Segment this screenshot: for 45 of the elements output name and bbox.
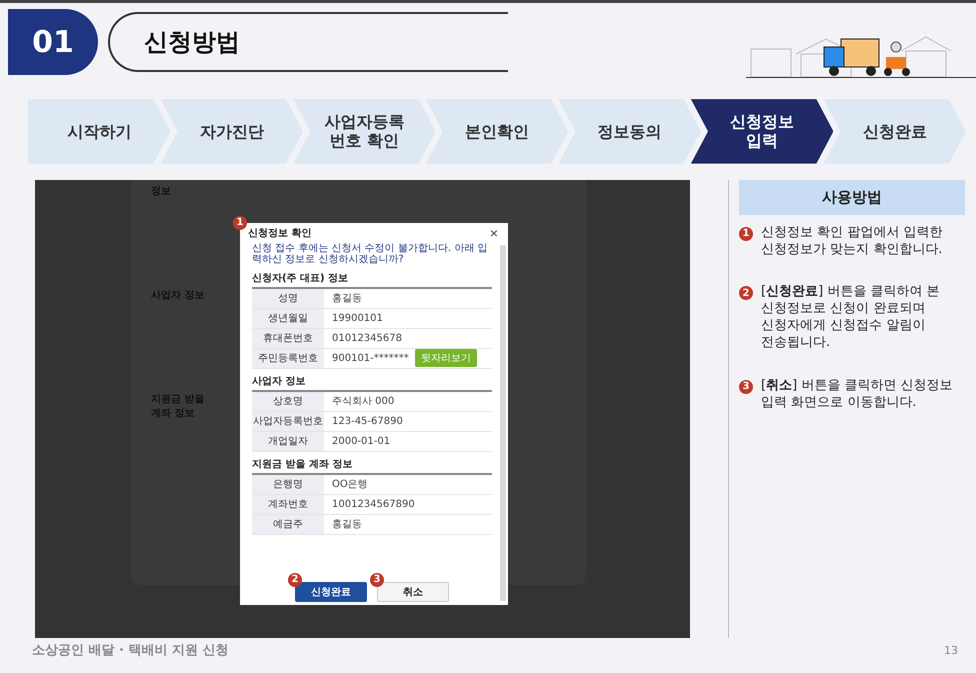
table-header-cell: 상호명: [252, 392, 324, 411]
table-cell: 01012345678: [332, 332, 402, 344]
table-cell: 1001234567890: [332, 498, 415, 510]
table-cell-text: 주식회사 000: [332, 395, 394, 408]
table-cell-text: 홍길동: [332, 292, 362, 306]
section-number: 01: [8, 9, 98, 76]
step-badge: 3: [739, 380, 753, 394]
table-cell: 900101-*******: [332, 352, 409, 364]
close-button[interactable]: ×: [488, 226, 500, 240]
table-cell: 19900101: [332, 312, 383, 324]
notice-text: 신청 접수 후에는 신청서 수정이 불가합니다. 아래 입력하신 정보로 신청하시겠습니까?: [252, 242, 488, 266]
guide-text: [취소] 버튼을 클릭하면 신청정보 입력 화면으로 이동합니다.: [761, 378, 954, 412]
step-chevron: 본인확인: [426, 99, 568, 164]
table-cell-text: 홍길동: [332, 518, 362, 532]
table-cell: 2000-01-01: [332, 436, 390, 447]
table-header-cell: 성명: [252, 288, 324, 308]
guide-text: 신청정보 확인 팝업에서 입력한 신청정보가 맞는지 확인합니다.: [761, 224, 944, 258]
step-chevron: 사업자등록 번호 확인: [293, 99, 436, 164]
table-cell: 123-45-67890: [332, 416, 403, 427]
step-badge: 2: [288, 572, 302, 587]
step-chevron: 신청정보 입력: [690, 99, 834, 164]
table-cell-text: OO은행: [332, 478, 368, 492]
step-chevron: 자가진단: [160, 99, 304, 164]
table-header-cell: 개업일자: [252, 432, 324, 451]
step-badge: 3: [370, 572, 384, 587]
step-chevron: 정보동의: [558, 99, 701, 164]
step-chevron: 시작하기: [28, 99, 171, 164]
table-header-cell: 계좌번호: [252, 494, 324, 514]
page-number: 13: [944, 644, 958, 657]
table-header-cell: 주민등록번호: [252, 348, 324, 368]
table-header-cell: 사업자등록번호: [252, 412, 324, 431]
table-header-cell: 휴대폰번호: [252, 328, 324, 348]
guide-text: [신청완료] 버튼을 클릭하여 본 신청정보로 신청이 완료되며 신청자에게 신청접수 알림이 전송됩니다.: [761, 284, 941, 352]
table-header-cell: 예금주: [252, 514, 324, 534]
table-header-cell: 생년월일: [252, 308, 324, 328]
guide-title: 사용방법: [739, 180, 965, 215]
table-header-cell: 은행명: [252, 474, 324, 494]
footer-title: 소상공인 배달 · 택배비 지원 신청: [32, 642, 229, 660]
step-chevron: 신청완료: [823, 99, 966, 164]
dialog-button[interactable]: 취소: [377, 582, 449, 602]
step-badge: 1: [739, 226, 753, 241]
dialog-button[interactable]: 신청완료: [295, 582, 367, 602]
dialog-title: 신청정보 확인: [248, 226, 312, 240]
slide-title: 신청방법: [144, 27, 240, 58]
step-badge: 2: [739, 286, 753, 300]
